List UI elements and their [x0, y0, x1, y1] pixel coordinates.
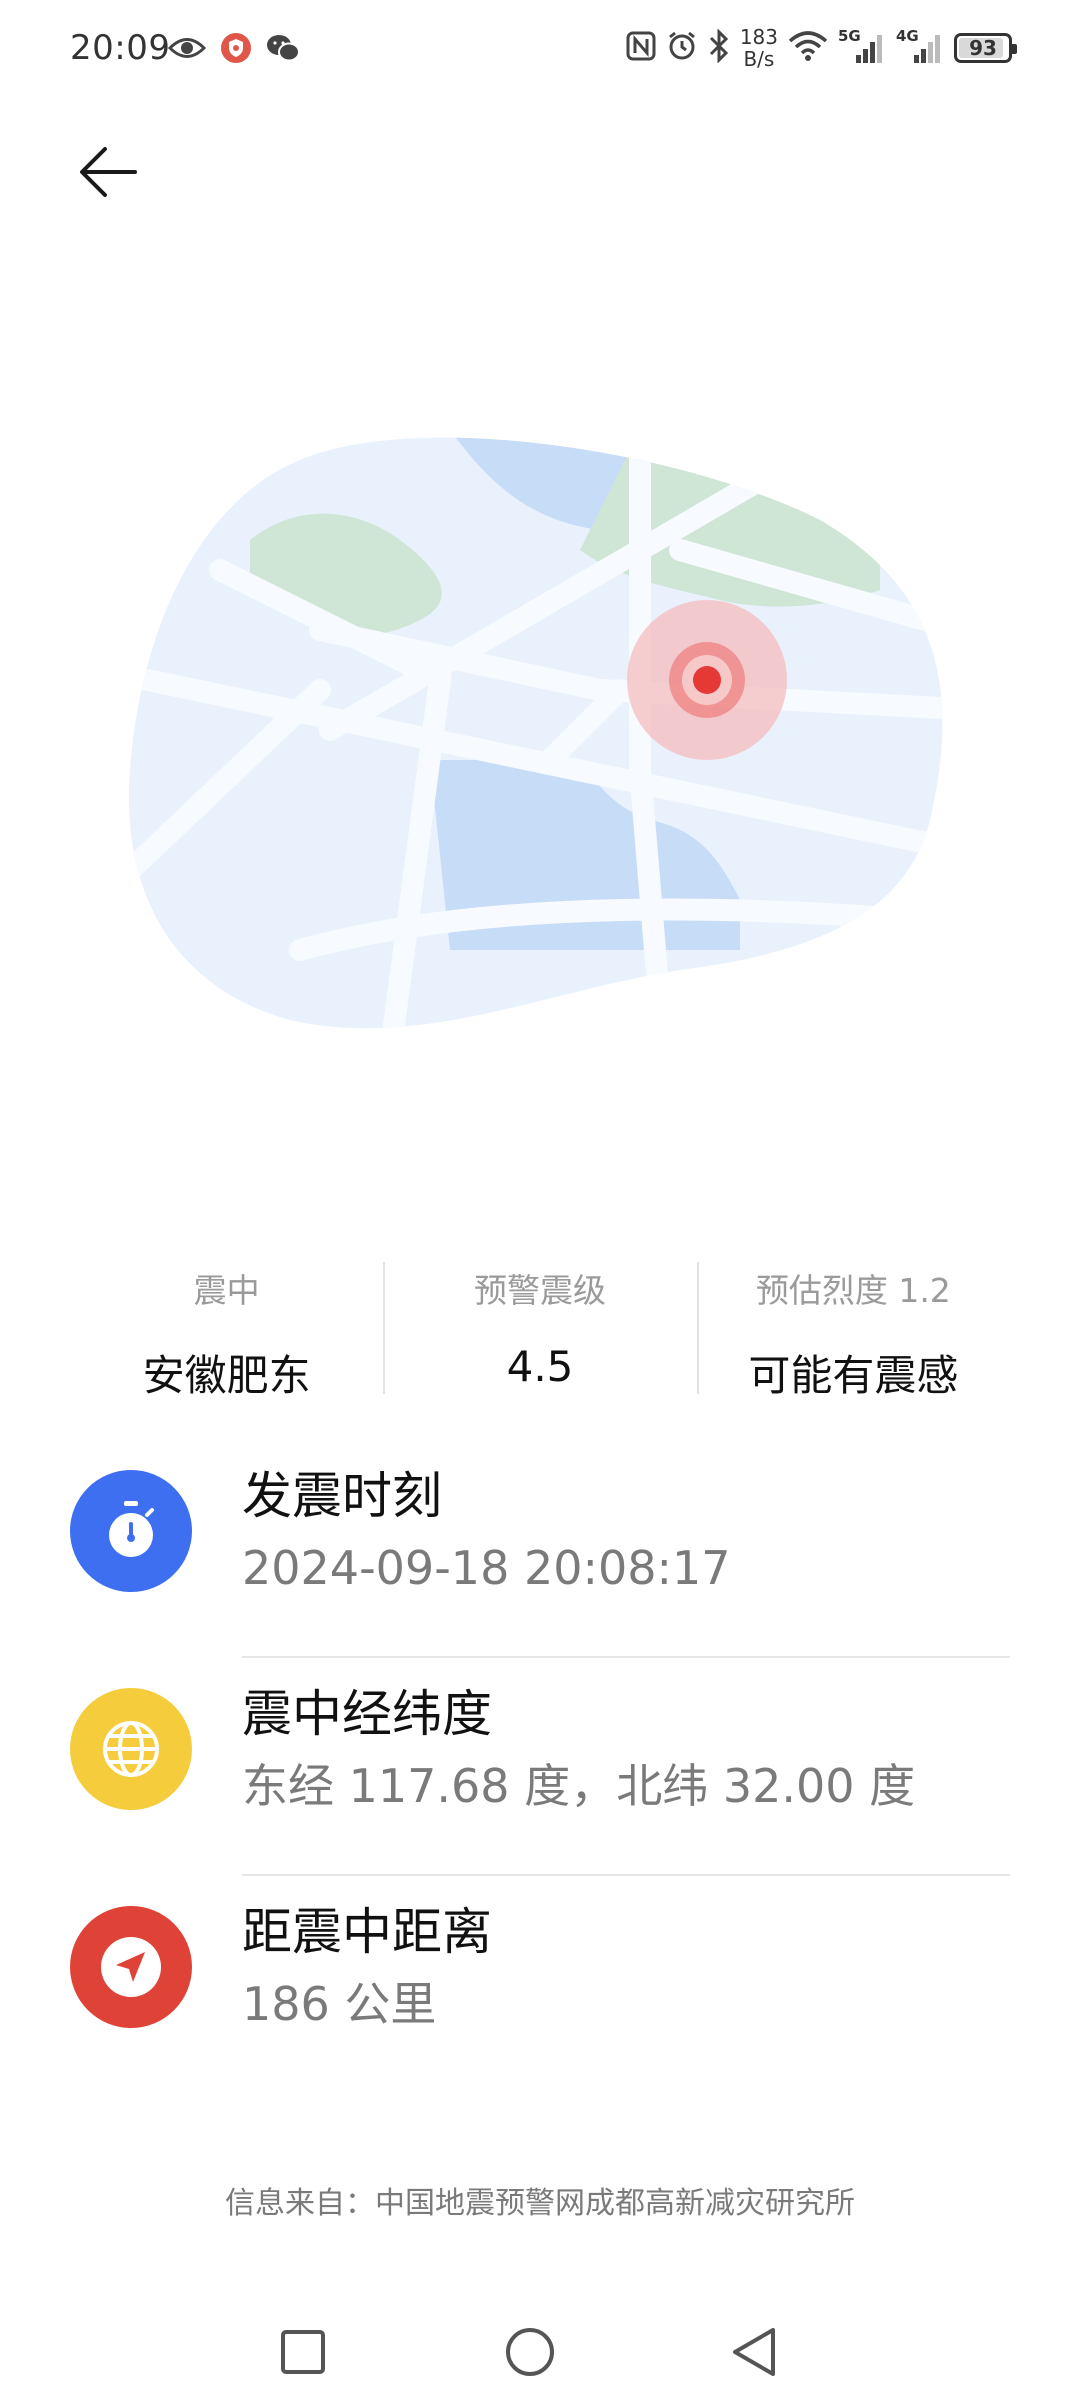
epicenter-map-illustration [128, 437, 943, 1029]
bluetooth-icon [708, 28, 730, 67]
epicenter-dot [693, 666, 721, 694]
network-speed-value: 183 [739, 25, 778, 49]
back-triangle-icon [733, 2328, 775, 2376]
recent-apps-square-icon [281, 2330, 325, 2374]
home-button[interactable] [490, 2312, 570, 2392]
detail-title: 发震时刻 [242, 1467, 442, 1525]
back-button[interactable] [66, 130, 150, 214]
status-bar: 20:09 183 B/s 5G 4G 93 [0, 0, 1080, 100]
network-speed-unit: B/s [743, 47, 775, 71]
detail-title: 震中经纬度 [242, 1685, 492, 1743]
wechat-icon [266, 33, 300, 67]
earthquake-stats: 震中 安徽肥东 预警震级 4.5 预估烈度 1.2 可能有震感 [70, 1258, 1010, 1400]
detail-row-time: 发震时刻 2024-09-18 20:08:17 [70, 1440, 1010, 1658]
earthquake-alert-detail-screen: 20:09 183 B/s 5G 4G 93 震中 安徽肥东 预警震级 4.5 … [0, 0, 1080, 2400]
navigation-bar [0, 2300, 1080, 2400]
navigation-arrow-icon [70, 1906, 192, 2028]
nfc-icon [626, 31, 656, 65]
stat-value: 可能有震感 [748, 1351, 959, 1400]
wifi-icon [788, 30, 828, 66]
detail-title: 距震中距离 [242, 1903, 492, 1961]
detail-row-distance: 距震中距离 186 公里 [70, 1876, 1010, 2094]
signal-5g-icon: 5G [838, 27, 886, 65]
stat-label: 预估烈度 1.2 [755, 1271, 951, 1310]
arrow-left-icon [80, 147, 137, 197]
stat-label: 震中 [193, 1271, 260, 1310]
home-circle-icon [506, 2328, 554, 2376]
detail-row-coordinates: 震中经纬度 东经 117.68 度，北纬 32.00 度 [70, 1658, 1010, 1876]
stat-value: 4.5 [506, 1342, 574, 1391]
stopwatch-icon [70, 1470, 192, 1592]
detail-value: 186 公里 [242, 1977, 437, 2031]
stat-value: 安徽肥东 [142, 1351, 311, 1400]
stat-magnitude: 预警震级 4.5 [383, 1258, 696, 1398]
stat-label: 预警震级 [473, 1271, 606, 1310]
signal-5g-label: 5G [838, 27, 861, 45]
detail-value: 2024-09-18 20:08:17 [242, 1541, 731, 1595]
signal-4g-label: 4G [896, 27, 919, 45]
earthquake-details-list: 发震时刻 2024-09-18 20:08:17 震中经纬度 东经 117.68… [70, 1440, 1010, 2094]
detail-value: 东经 117.68 度，北纬 32.00 度 [242, 1759, 916, 1813]
alarm-icon [666, 30, 698, 66]
eye-icon [167, 35, 207, 65]
battery-level: 93 [969, 36, 997, 60]
battery-icon: 93 [954, 33, 1017, 63]
globe-icon [70, 1688, 192, 1810]
source-note: 信息来自：中国地震预警网成都高新减灾研究所 [225, 2186, 855, 2221]
back-nav-button[interactable] [714, 2312, 794, 2392]
stat-intensity: 预估烈度 1.2 可能有震感 [696, 1258, 1010, 1400]
shield-app-icon [220, 32, 252, 68]
epicenter-marker [627, 600, 787, 760]
recent-apps-button[interactable] [263, 2312, 343, 2392]
status-time: 20:09 [70, 28, 171, 68]
signal-4g-icon: 4G [896, 27, 944, 65]
stat-epicenter: 震中 安徽肥东 [70, 1258, 383, 1400]
network-speed: 183 B/s [740, 26, 778, 70]
